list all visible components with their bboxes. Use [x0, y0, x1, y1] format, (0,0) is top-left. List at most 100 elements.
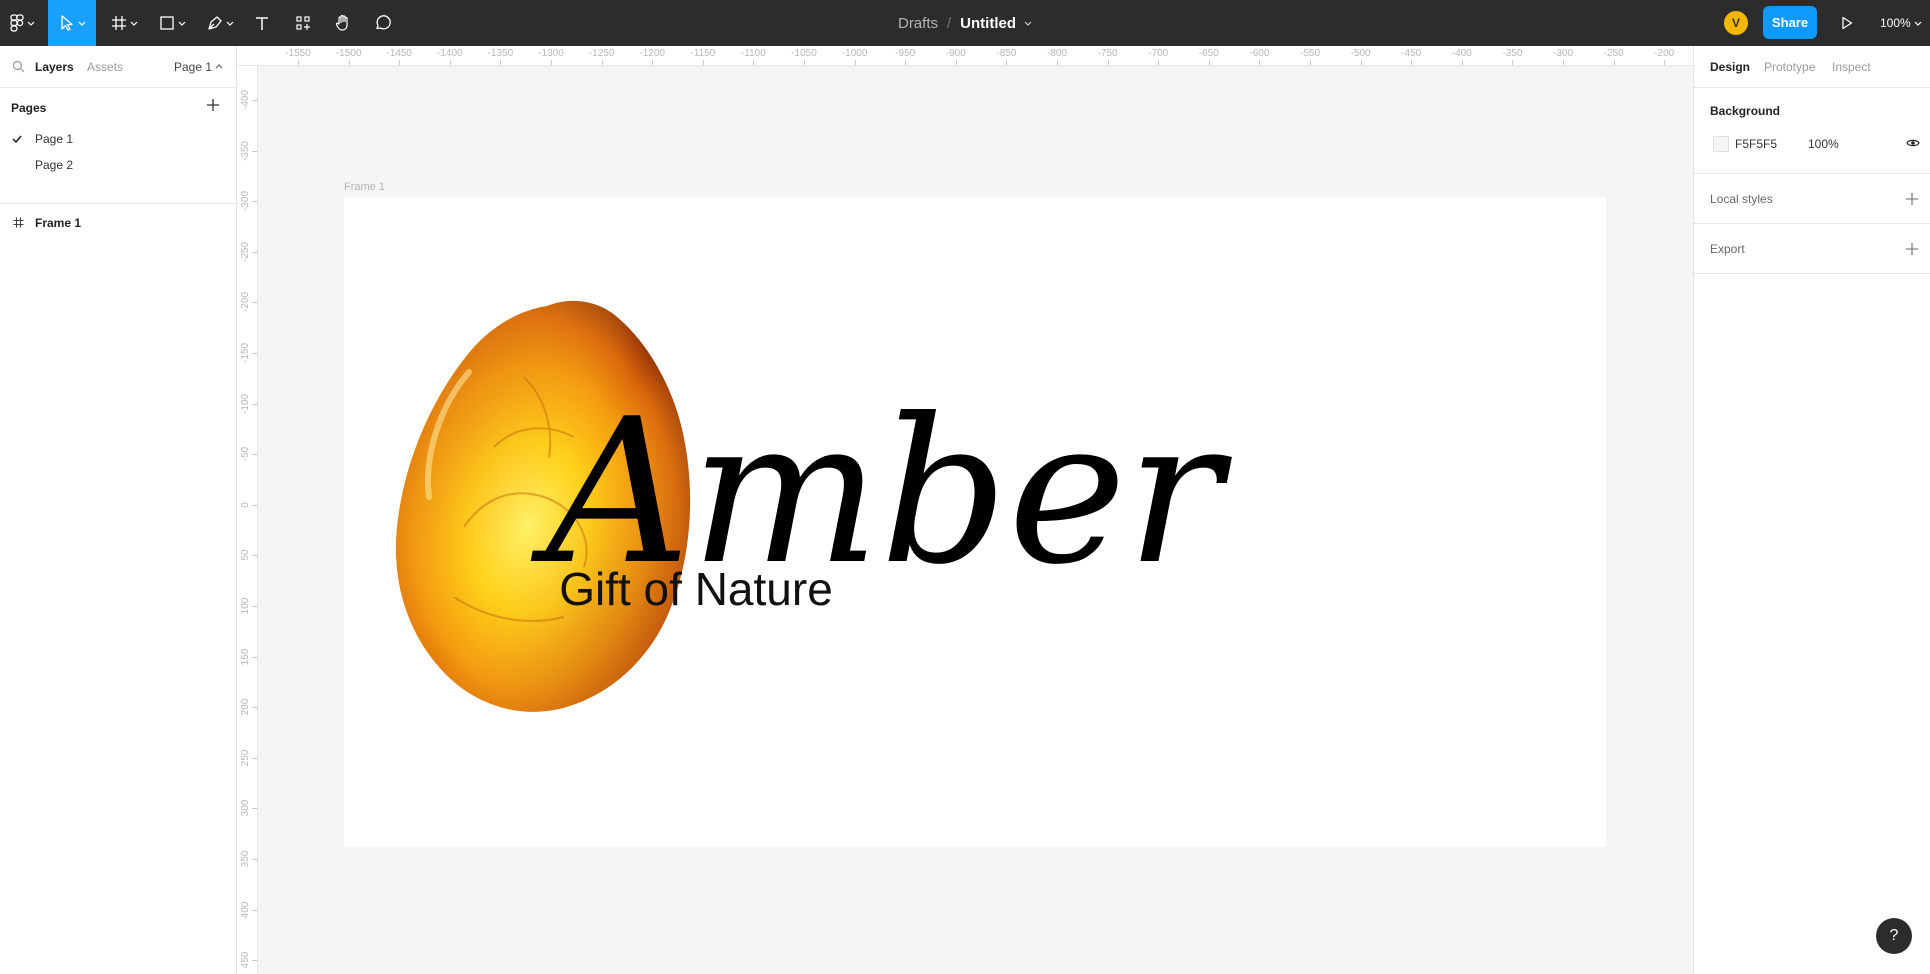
chevron-down-icon	[27, 21, 34, 26]
ruler-tick-label: -1400	[437, 48, 463, 59]
move-tool-button[interactable]	[48, 0, 96, 46]
rectangle-icon	[159, 16, 174, 30]
ruler-tick-label: -650	[1198, 48, 1219, 59]
ruler-tick-label: -1550	[285, 48, 311, 59]
right-panel: Design Prototype Inspect Background F5F5…	[1693, 46, 1930, 974]
zoom-control[interactable]: 100%	[1880, 0, 1922, 46]
frame-tool-button[interactable]	[106, 0, 142, 46]
hand-tool-button[interactable]	[331, 0, 355, 46]
layer-item-label: Frame 1	[35, 216, 82, 230]
main-menu-button[interactable]	[4, 0, 40, 46]
frame-1[interactable]: Amber Gift of Nature	[344, 197, 1606, 847]
frame-hash-icon	[13, 217, 24, 228]
shape-tool-button[interactable]	[154, 0, 190, 46]
file-name[interactable]: Untitled	[960, 15, 1016, 32]
checkmark-icon	[12, 135, 22, 144]
chevron-up-icon	[215, 64, 223, 69]
help-button[interactable]: ?	[1876, 918, 1912, 954]
ruler-tick-label: -1150	[690, 48, 716, 59]
frame-label[interactable]: Frame 1	[344, 181, 385, 193]
hash-frame-icon	[111, 16, 126, 30]
ruler-tick-label: -100	[240, 393, 251, 414]
logo-tagline: Gift of Nature	[559, 563, 833, 615]
zoom-level: 100%	[1880, 16, 1911, 30]
background-opacity-input[interactable]: 100%	[1808, 137, 1839, 151]
tab-inspect[interactable]: Inspect	[1832, 60, 1871, 74]
tab-design[interactable]: Design	[1710, 60, 1750, 74]
ruler-vertical[interactable]: -400 -350 -300 -250 -200 -150 -100 -50 0 50 100 150…	[238, 66, 258, 974]
ruler-tick-label: -800	[1046, 48, 1068, 59]
play-icon	[1842, 16, 1853, 30]
canvas[interactable]: Frame 1 Amber Gift of Nature	[258, 66, 1693, 974]
add-export-icon[interactable]	[1905, 242, 1919, 256]
ruler-tick-label: 250	[240, 749, 251, 767]
ruler-tick-label: 100	[240, 597, 251, 615]
ruler-tick-label: 200	[240, 698, 251, 716]
tab-prototype[interactable]: Prototype	[1764, 60, 1815, 74]
page-item-label: Page 2	[35, 158, 74, 172]
ruler-tick-label: 400	[240, 901, 251, 918]
page-item-page-2[interactable]: Page 2	[0, 152, 236, 178]
background-color-swatch[interactable]	[1713, 136, 1729, 152]
add-local-style-icon[interactable]	[1905, 192, 1919, 206]
ruler-tick-label: -850	[996, 48, 1017, 59]
components-icon	[296, 16, 310, 30]
search-icon[interactable]	[12, 60, 25, 73]
share-button[interactable]: Share	[1763, 6, 1817, 39]
comment-tool-button[interactable]	[371, 0, 395, 46]
local-styles-heading: Local styles	[1710, 192, 1773, 206]
export-heading: Export	[1710, 242, 1745, 256]
background-hex-input[interactable]: F5F5F5	[1735, 137, 1777, 151]
ruler-tick-label: -300	[240, 191, 251, 212]
present-button[interactable]	[1836, 12, 1858, 34]
file-title-bar: Drafts / Untitled	[0, 0, 1930, 46]
ruler-tick-label: -400	[240, 89, 251, 111]
ruler-tick-label: -200	[1654, 48, 1675, 59]
breadcrumb-separator: /	[947, 14, 952, 32]
top-toolbar: Drafts / Untitled V Share 100%	[0, 0, 1930, 46]
ruler-tick-label: -350	[1502, 48, 1523, 59]
text-t-icon	[256, 17, 268, 30]
ruler-tick-label: -350	[240, 140, 251, 161]
ruler-tick-label: -900	[945, 48, 966, 59]
pen-tool-button[interactable]	[202, 0, 238, 46]
export-section: Export	[1694, 224, 1930, 274]
layer-item-frame-1[interactable]: Frame 1	[0, 210, 236, 236]
ruler-tick-label: -250	[240, 241, 251, 262]
amber-logo-artwork[interactable]: Amber Gift of Nature	[344, 197, 1606, 847]
ruler-tick-label: -50	[240, 446, 251, 462]
tab-assets[interactable]: Assets	[87, 60, 123, 74]
breadcrumb-drafts[interactable]: Drafts	[898, 15, 938, 32]
ruler-tick-label: -1000	[841, 48, 868, 59]
background-section: Background	[1694, 88, 1930, 174]
ruler-tick-label: -1500	[335, 48, 362, 59]
ruler-tick-label: -1300	[538, 48, 564, 59]
ruler-tick-label: -200	[240, 292, 251, 313]
left-panel-tabs: Layers Assets Page 1	[0, 46, 236, 88]
local-styles-section: Local styles	[1694, 174, 1930, 224]
text-tool-button[interactable]	[250, 0, 274, 46]
ruler-tick-label: 450	[240, 951, 251, 969]
chevron-down-icon[interactable]	[1024, 19, 1032, 27]
avatar[interactable]: V	[1724, 11, 1748, 35]
current-page-label: Page 1	[174, 60, 213, 74]
tab-layers[interactable]: Layers	[35, 60, 74, 74]
ruler-horizontal[interactable]: -1550 -1500 -1450 -1400 -1350 -1300 -1250 -1200…	[238, 46, 1693, 66]
page-selector[interactable]: Page 1	[174, 60, 223, 74]
page-item-page-1[interactable]: Page 1	[0, 126, 236, 152]
ruler-tick-label: -950	[895, 48, 916, 59]
right-panel-tabs: Design Prototype Inspect	[1694, 46, 1930, 88]
eye-icon[interactable]	[1906, 138, 1920, 148]
chevron-down-icon	[78, 21, 85, 26]
resources-tool-button[interactable]	[291, 0, 315, 46]
add-page-icon[interactable]	[204, 96, 222, 114]
ruler-tick-label: -550	[1299, 48, 1321, 59]
chevron-down-icon	[178, 21, 185, 26]
chevron-down-icon	[226, 21, 233, 26]
background-heading: Background	[1710, 104, 1781, 118]
ruler-tick-label: 0	[240, 502, 251, 508]
ruler-tick-label: -150	[240, 342, 251, 364]
ruler-tick-label: -1350	[487, 48, 514, 59]
ruler-tick-label: 50	[240, 549, 251, 561]
ruler-tick-label: -300	[1552, 48, 1574, 59]
